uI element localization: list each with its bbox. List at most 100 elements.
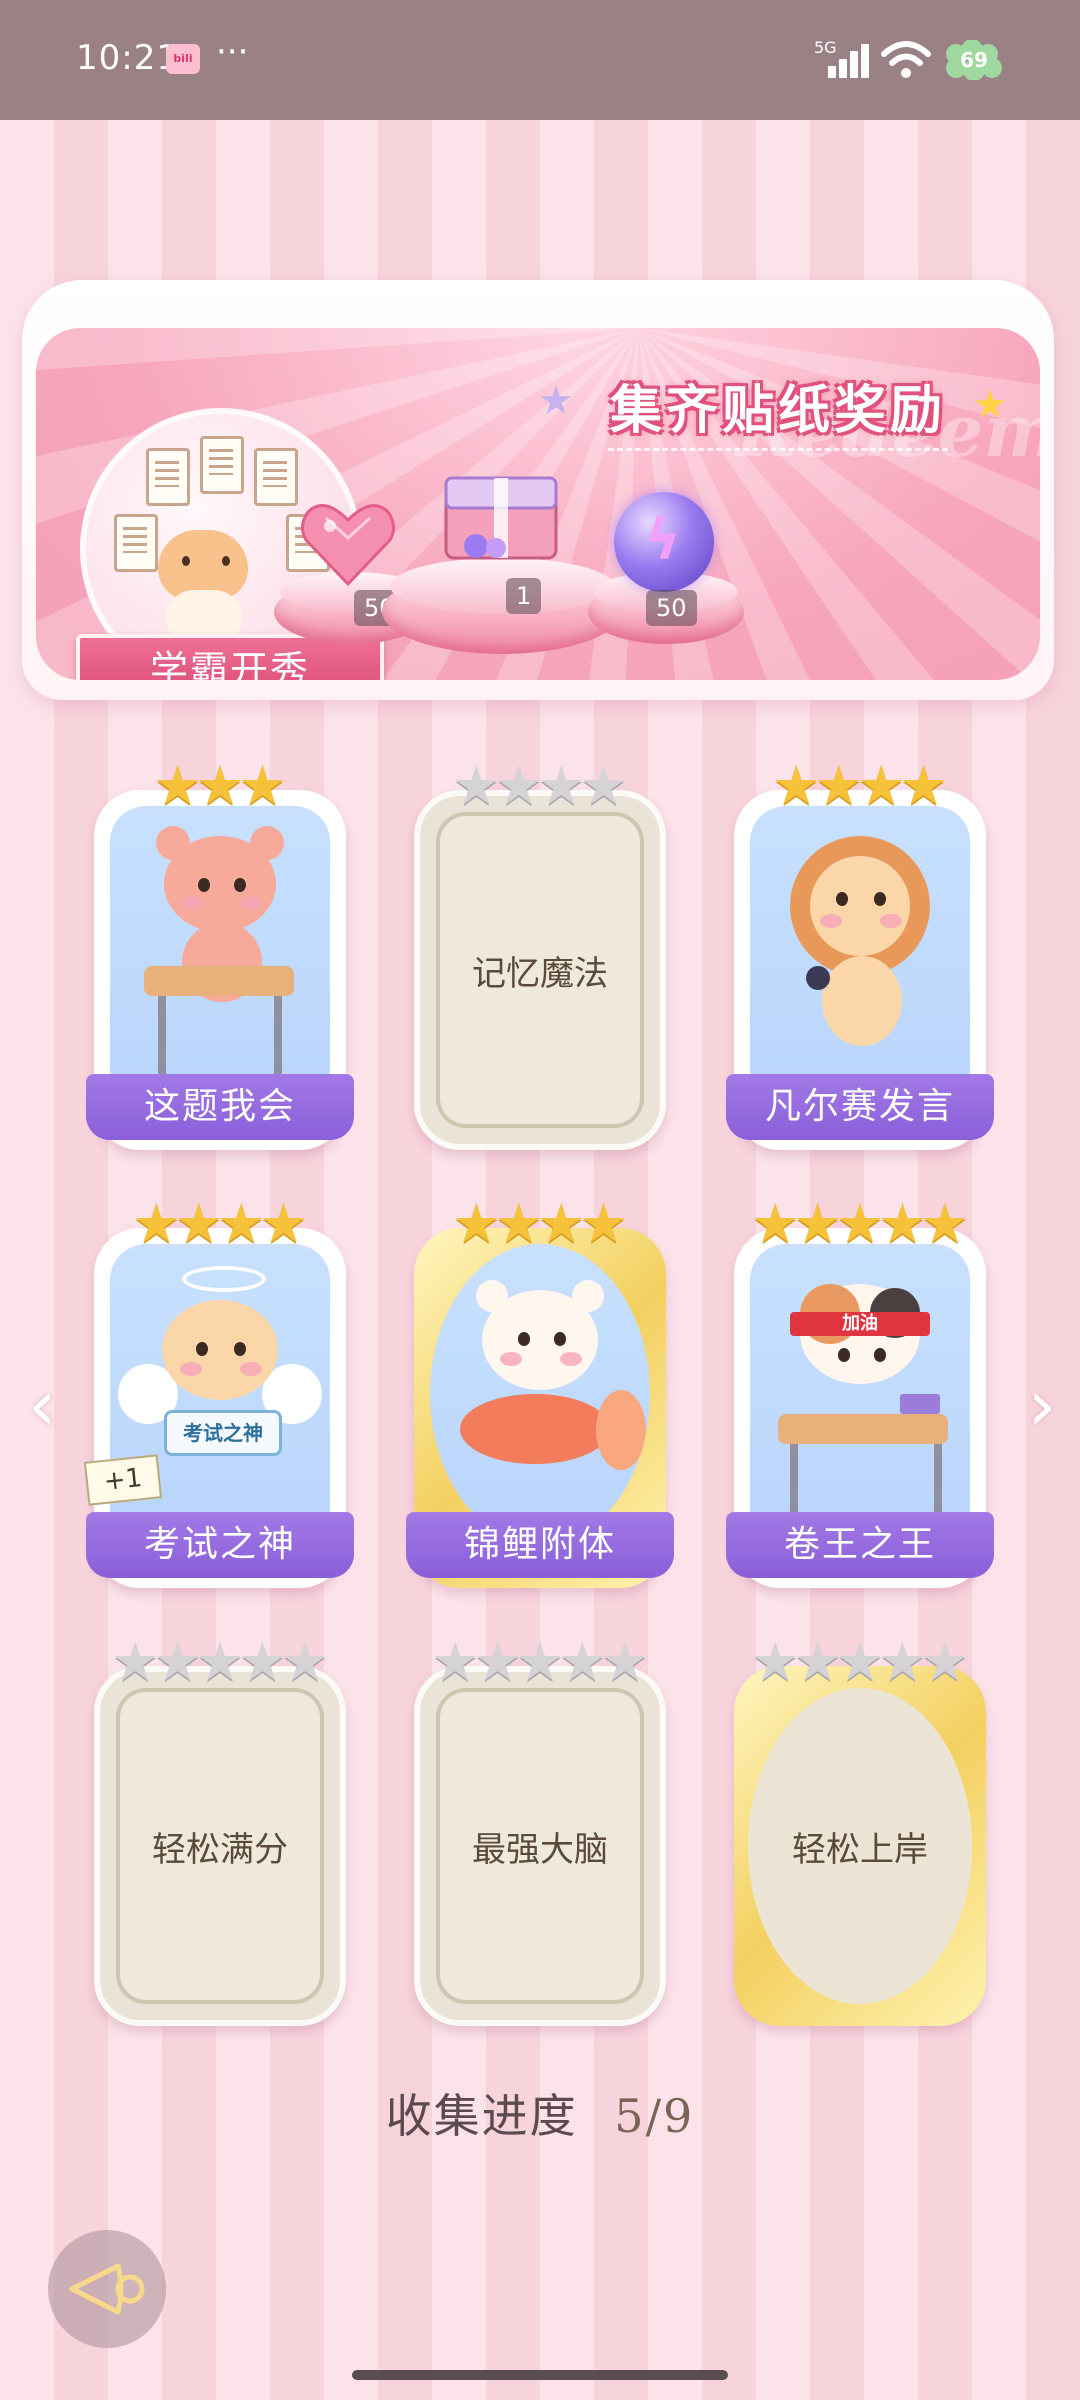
star-rating: ★★★★ (414, 756, 666, 816)
bilibili-app-icon: bili (166, 44, 200, 74)
card-name: 轻松上岸 (792, 1829, 928, 1870)
next-page-arrow-icon[interactable]: › (1022, 1369, 1062, 1441)
gold-star-icon: ★ (814, 754, 863, 817)
reward-count: 1 (506, 578, 542, 614)
silver-star-icon: ★ (452, 754, 501, 817)
silver-star-icon: ★ (195, 1630, 245, 1693)
gold-star-icon: ★ (132, 1192, 181, 1255)
star-rating: ★★★★★ (734, 1194, 986, 1254)
locked-card-panel: 轻松上岸 (748, 1688, 972, 2004)
locked-card-panel: 最强大脑 (436, 1688, 644, 2004)
locked-card-panel: 轻松满分 (116, 1688, 324, 2004)
banner-title-area: ★ 集齐贴纸奖励 ★ (538, 368, 1008, 458)
home-indicator[interactable] (352, 2370, 728, 2380)
card-name-bar: 锦鲤附体 (406, 1512, 674, 1578)
gold-star-icon: ★ (920, 1192, 970, 1255)
sticker-card[interactable]: 轻松上岸 ★★★★★ (734, 1632, 986, 2026)
pink-heart-gem-icon (301, 504, 395, 587)
sticker-card[interactable]: 记忆魔法 ★★★★ (414, 756, 666, 1150)
silver-star-icon: ★ (793, 1630, 842, 1693)
status-time: 10:21 (76, 38, 179, 78)
card-name-bar: 卷王之王 (726, 1512, 994, 1578)
sticker-card[interactable]: 凡尔赛发言 ★★★★ (726, 756, 994, 1150)
more-notifications-icon: ··· (216, 32, 249, 72)
battery-level: 69 (960, 48, 988, 72)
wifi-icon (881, 41, 931, 78)
card-name-bar: 这题我会 (86, 1074, 354, 1140)
card-name-bar: 考试之神 (86, 1512, 354, 1578)
silver-star-icon: ★ (110, 1630, 160, 1693)
gold-star-icon: ★ (878, 1192, 927, 1255)
gold-star-icon: ★ (835, 1192, 885, 1255)
gold-star-icon: ★ (857, 754, 906, 817)
gold-star-icon: ★ (174, 1192, 223, 1255)
ribbon-label: 学霸开秀 (149, 648, 310, 680)
card-name: 记忆魔法 (472, 953, 608, 994)
purple-star-icon: ★ (538, 378, 574, 424)
sticker-card[interactable]: 加油 卷王之王 ★★★★★ (726, 1194, 994, 1588)
gold-star-icon: ★ (793, 1192, 842, 1255)
title-dash-divider (608, 448, 948, 451)
reward-count: 50 (646, 590, 697, 626)
gold-star-icon: ★ (537, 1192, 586, 1255)
floating-back-button[interactable] (48, 2230, 166, 2348)
sticker-card[interactable]: 最强大脑 ★★★★★ (414, 1632, 666, 2026)
card-name-bar: 凡尔赛发言 (726, 1074, 994, 1140)
card-name: 轻松满分 (152, 1829, 288, 1870)
silver-star-icon: ★ (430, 1630, 480, 1693)
silver-star-icon: ★ (238, 1630, 287, 1693)
card-name: 锦鲤附体 (463, 1524, 616, 1565)
silver-star-icon: ★ (600, 1630, 650, 1693)
gold-star-icon: ★ (452, 1192, 501, 1255)
back-arrow-icon (69, 2263, 145, 2315)
sticker-card[interactable]: 轻松满分 ★★★★★ (94, 1632, 346, 2026)
progress-value: 5/9 (614, 2089, 695, 2143)
locked-card-panel: 记忆魔法 (436, 812, 644, 1128)
gold-star-icon: ★ (259, 1192, 308, 1255)
signal-icon (826, 42, 870, 78)
gold-star-icon: ★ (579, 1192, 628, 1255)
banner-title: 集齐贴纸奖励 (609, 381, 946, 441)
sticker-card[interactable]: 这题我会 ★★★ (86, 756, 354, 1150)
gold-star-icon: ★ (772, 754, 821, 817)
gold-star-icon: ★ (899, 754, 948, 817)
silver-star-icon: ★ (515, 1630, 565, 1693)
silver-star-icon: ★ (579, 754, 628, 817)
gold-star-icon: ★ (195, 754, 245, 817)
collection-progress: 收集进度 5/9 (0, 2080, 1080, 2146)
sticker-card[interactable]: 考试之神 考试之神 +1 ★★★★ (83, 1194, 354, 1588)
studying-cat-illustration: 加油 (750, 1244, 970, 1544)
prev-page-arrow-icon[interactable]: ‹ (22, 1369, 62, 1441)
banner-background: Redeem ★ 集齐贴纸奖励 ★ 学霸开秀 50 1 ϟ 50 (36, 328, 1040, 680)
gold-star-icon: ★ (217, 1192, 266, 1255)
silver-star-icon: ★ (537, 754, 586, 817)
silver-star-icon: ★ (750, 1630, 800, 1693)
gold-star-icon: ★ (153, 754, 202, 817)
star-rating: ★★★★★ (734, 1632, 986, 1692)
progress-label: 收集进度 (385, 2089, 578, 2143)
duplicate-count-badge: +1 (83, 1454, 163, 1506)
silver-star-icon: ★ (280, 1630, 330, 1693)
silver-star-icon: ★ (835, 1630, 885, 1693)
card-name: 考试之神 (143, 1524, 296, 1565)
silver-star-icon: ★ (494, 754, 543, 817)
sticker-card[interactable]: 锦鲤附体 ★★★★ (406, 1194, 674, 1588)
star-rating: ★★★★ (94, 1194, 346, 1254)
card-name: 最强大脑 (472, 1829, 608, 1870)
gold-star-icon: ★ (494, 1192, 543, 1255)
star-rating: ★★★★★ (94, 1632, 346, 1692)
card-name: 凡尔赛发言 (764, 1086, 955, 1127)
star-rating: ★★★★ (734, 756, 986, 816)
bear-at-desk-illustration (110, 806, 330, 1106)
silver-star-icon: ★ (473, 1630, 522, 1693)
cheer-headband: 加油 (790, 1312, 930, 1336)
gold-star-icon: ★ (238, 754, 287, 817)
purple-energy-orb-icon: ϟ (614, 492, 714, 592)
silver-star-icon: ★ (153, 1630, 202, 1693)
card-name: 卷王之王 (783, 1524, 936, 1565)
gold-star-icon: ★ (750, 1192, 800, 1255)
card-name: 这题我会 (143, 1086, 296, 1127)
status-bar: 10:21 bili ··· 5G 69 (0, 0, 1080, 120)
sticker-reward-banner: Redeem ★ 集齐贴纸奖励 ★ 学霸开秀 50 1 ϟ 50 (22, 280, 1054, 700)
gift-box-icon (444, 476, 558, 560)
